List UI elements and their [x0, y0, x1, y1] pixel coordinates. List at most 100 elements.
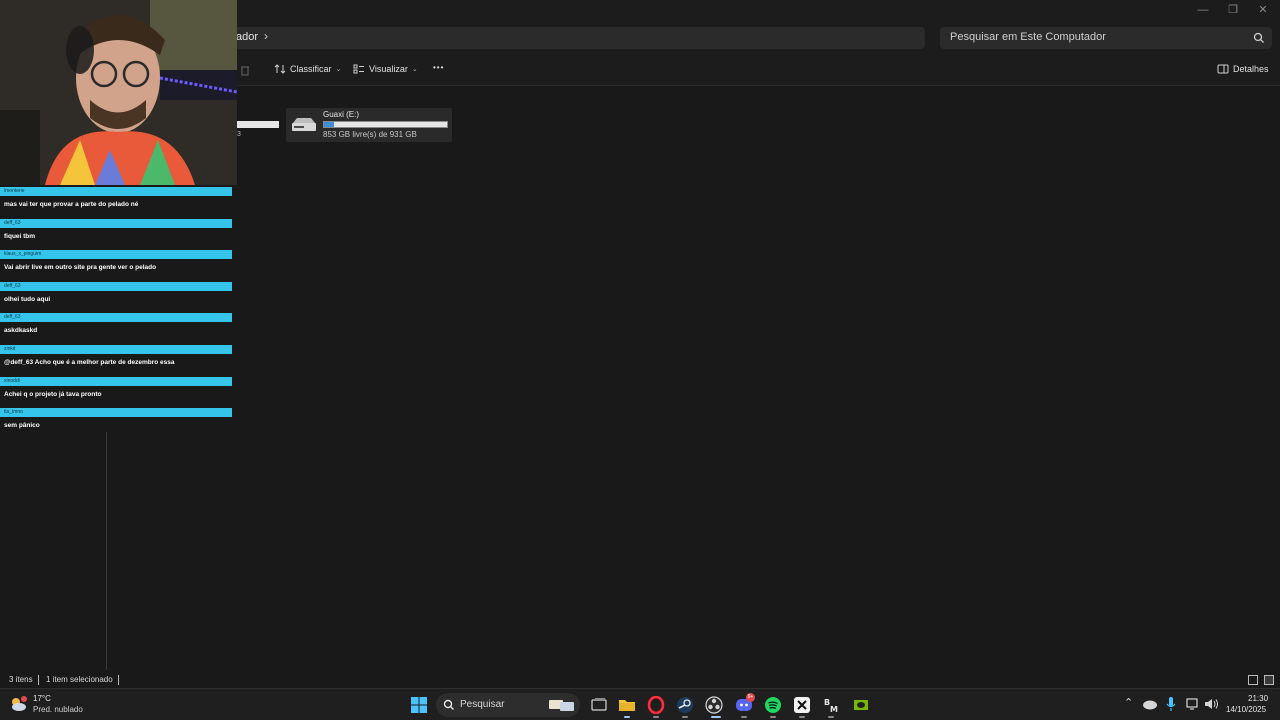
chat-username: klaus_x_pinguim: [0, 250, 232, 260]
selection-count: 1 item selecionado: [46, 675, 113, 684]
status-separator: [118, 675, 119, 685]
microphone-icon[interactable]: [1164, 696, 1178, 712]
search-box[interactable]: Pesquisar em Este Computador: [940, 27, 1272, 49]
drive-usage-bar-partial: [237, 121, 279, 128]
nvidia-icon[interactable]: [852, 696, 870, 714]
status-bar: 3 itens 1 item selecionado: [0, 672, 1280, 688]
running-indicator: [770, 716, 776, 718]
taskbar-search[interactable]: Pesquisar: [436, 693, 580, 717]
address-bar[interactable]: ador ›: [230, 27, 925, 49]
chat-username: deff_63: [0, 313, 232, 323]
chat-text: askdkaskd: [4, 327, 38, 335]
spotify-icon[interactable]: [764, 696, 782, 714]
volume-icon[interactable]: [1203, 696, 1219, 712]
details-view-button[interactable]: [1248, 675, 1258, 685]
chat-username: lmonterie: [0, 187, 232, 196]
active-indicator: [711, 716, 721, 718]
onedrive-cloud-icon[interactable]: [1142, 697, 1158, 711]
more-options-button[interactable]: •••: [433, 63, 444, 72]
running-indicator: [682, 716, 688, 718]
chat-text: olhei tudo aqui: [4, 295, 51, 303]
details-button[interactable]: Detalhes: [1217, 63, 1269, 75]
close-button[interactable]: ✕: [1248, 2, 1278, 18]
sort-button[interactable]: Classificar ⌄: [274, 63, 341, 75]
running-indicator: [799, 716, 805, 718]
task-view-icon[interactable]: [590, 696, 608, 714]
active-indicator: [624, 716, 630, 718]
chat-text: @deff_63 Acho que é a melhor parte de de…: [4, 358, 175, 366]
chat-username: zinkit: [0, 344, 232, 354]
minimize-button[interactable]: —: [1188, 2, 1218, 18]
chevron-right-icon[interactable]: ›: [264, 29, 268, 43]
svg-text:M: M: [830, 705, 838, 714]
chat-message: tla_lmno sem pânico: [0, 408, 232, 440]
status-separator: [38, 675, 39, 685]
chat-text: Vai abrir live em outro site pra gente v…: [4, 264, 157, 272]
drive-usage-fill: [324, 122, 335, 127]
discord-notification-badge: 9+: [746, 693, 755, 702]
chat-text: Achei q o projeto já tava pronto: [4, 390, 102, 398]
chat-message: deff_63 olhei tudo aqui: [0, 281, 232, 314]
weather-temperature[interactable]: 17°C: [33, 694, 51, 703]
taskbar: 17°C Pred. nublado Pesquisar 9+ B M ⌃ 21…: [0, 688, 1280, 720]
search-highlight-icon: [549, 700, 574, 711]
chevron-down-icon: ⌄: [411, 66, 418, 73]
chat-username: xinoddi: [0, 376, 232, 386]
running-indicator: [653, 716, 659, 718]
view-icon: [353, 64, 364, 74]
streamer-camera-image: [0, 0, 237, 185]
network-icon[interactable]: [1185, 696, 1201, 712]
sidebar-divider[interactable]: [106, 432, 107, 670]
chevron-down-icon: ⌄: [335, 66, 342, 73]
drive-free-text-partial: 3: [237, 131, 241, 138]
chevron-up-icon[interactable]: ⌃: [1124, 696, 1133, 709]
clock-time[interactable]: 21:30: [1248, 694, 1268, 703]
chat-message: lmonterie mas vai ter que provar a parte…: [0, 187, 232, 219]
drive-name: Guaxi (E:): [323, 110, 360, 119]
webcam-overlay: [0, 0, 237, 185]
chat-username: deff_63: [0, 218, 232, 228]
chat-message: deff_63 fiquei tbm: [0, 218, 232, 251]
sort-label: Classificar: [290, 64, 332, 74]
running-indicator: [741, 716, 747, 718]
chat-text: sem pânico: [4, 422, 40, 430]
chat-message: xinoddi Achei q o projeto já tava pronto: [0, 376, 232, 409]
drive-free-space: 853 GB livre(s) de 931 GB: [323, 130, 417, 139]
windows-start-icon[interactable]: [410, 696, 428, 714]
weather-description[interactable]: Pred. nublado: [33, 705, 83, 714]
tiles-view-button[interactable]: [1264, 675, 1274, 685]
delete-icon[interactable]: [239, 64, 251, 76]
view-label: Visualizar: [369, 64, 408, 74]
steam-icon[interactable]: [676, 696, 694, 714]
opera-gx-icon[interactable]: [647, 696, 665, 714]
app-bm-icon[interactable]: B M: [822, 696, 840, 714]
search-input[interactable]: Pesquisar em Este Computador: [950, 31, 1106, 43]
chat-username: deff_63: [0, 281, 232, 291]
search-icon[interactable]: [1252, 31, 1266, 45]
weather-cloudy-icon[interactable]: [9, 695, 27, 713]
chat-message: deff_63 askdkaskd: [0, 313, 232, 345]
running-indicator: [828, 716, 834, 718]
taskbar-search-label: Pesquisar: [460, 699, 505, 710]
hard-drive-icon: [292, 118, 316, 131]
details-label: Detalhes: [1233, 64, 1269, 74]
chat-username: tla_lmno: [0, 408, 232, 418]
search-icon: [443, 699, 454, 710]
clock-date[interactable]: 14/10/2025: [1226, 705, 1266, 714]
maximize-button[interactable]: ❐: [1218, 2, 1248, 18]
breadcrumb: ador: [236, 31, 259, 43]
drive-tile-guaxi[interactable]: Guaxi (E:) 853 GB livre(s) de 931 GB: [286, 108, 452, 142]
chat-text: mas vai ter que provar a parte do pelado…: [4, 201, 139, 208]
capcut-icon[interactable]: [793, 696, 811, 714]
details-pane-icon: [1217, 64, 1229, 74]
chat-text: fiquei tbm: [4, 232, 36, 240]
item-count: 3 itens: [9, 675, 33, 684]
obs-icon[interactable]: [705, 696, 723, 714]
file-explorer-icon[interactable]: [618, 696, 636, 714]
chat-message: klaus_x_pinguim Vai abrir live em outro …: [0, 250, 232, 282]
sort-icon: [274, 64, 286, 74]
chat-overlay: lmonterie mas vai ter que provar a parte…: [0, 187, 232, 440]
view-button[interactable]: Visualizar ⌄: [353, 63, 418, 75]
chat-message: zinkit @deff_63 Acho que é a melhor part…: [0, 344, 232, 377]
drive-usage-bar: [323, 121, 448, 128]
